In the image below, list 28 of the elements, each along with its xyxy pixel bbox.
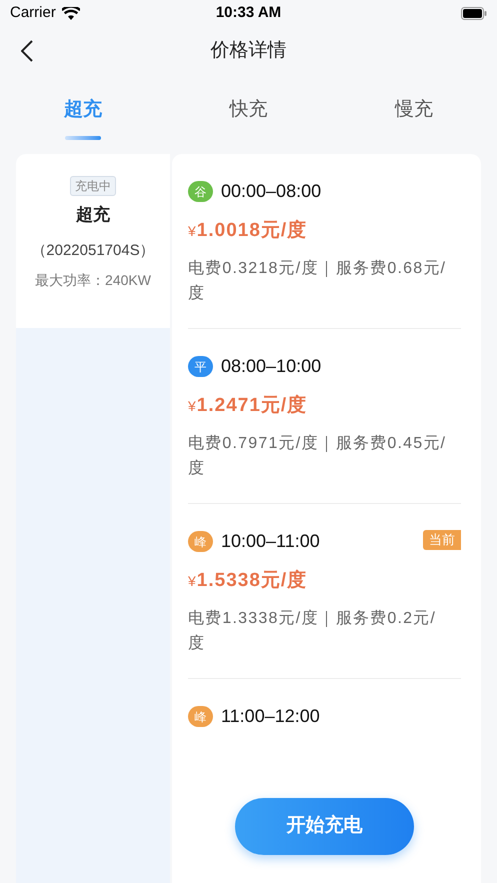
wifi-icon bbox=[62, 6, 80, 20]
price-text: ¥1.5338元/度 bbox=[188, 568, 308, 593]
back-icon bbox=[21, 40, 33, 62]
page-title: 价格详情 bbox=[210, 38, 286, 63]
time-range: 11:00–12:00 bbox=[221, 705, 320, 728]
period-badge: 谷 bbox=[188, 181, 213, 202]
fee-detail: 电费0.3218元/度｜服务费0.68元/度 bbox=[188, 258, 448, 304]
current-tag: 当前 bbox=[423, 530, 461, 550]
max-power: 最大功率：240KW bbox=[35, 271, 151, 290]
status-tag: 充电中 bbox=[70, 176, 116, 196]
time-range: 08:00–10:00 bbox=[221, 355, 322, 378]
charger-name: 超充 bbox=[76, 204, 110, 226]
battery-icon bbox=[461, 6, 487, 20]
price-text: ¥1.0018元/度 bbox=[188, 218, 308, 243]
clock: 10:33 AM bbox=[216, 2, 282, 23]
period-badge: 峰 bbox=[188, 706, 213, 727]
carrier-label: Carrier bbox=[10, 2, 56, 23]
tab[interactable]: 慢充 bbox=[331, 90, 497, 130]
fee-detail: 电费0.7971元/度｜服务费0.45元/度 bbox=[188, 434, 448, 478]
time-range: 00:00–08:00 bbox=[221, 180, 322, 203]
period-badge: 峰 bbox=[188, 531, 213, 552]
time-range: 10:00–11:00 bbox=[221, 530, 320, 553]
fee-detail: 电费1.3338元/度｜服务费0.2元/度 bbox=[188, 608, 438, 654]
charger-code: （2022051704S） bbox=[31, 240, 155, 260]
price-text: ¥1.2471元/度 bbox=[188, 394, 308, 418]
tab-indicator bbox=[64, 136, 101, 140]
period-badge: 平 bbox=[188, 356, 213, 377]
tab[interactable]: 快充 bbox=[166, 90, 332, 130]
